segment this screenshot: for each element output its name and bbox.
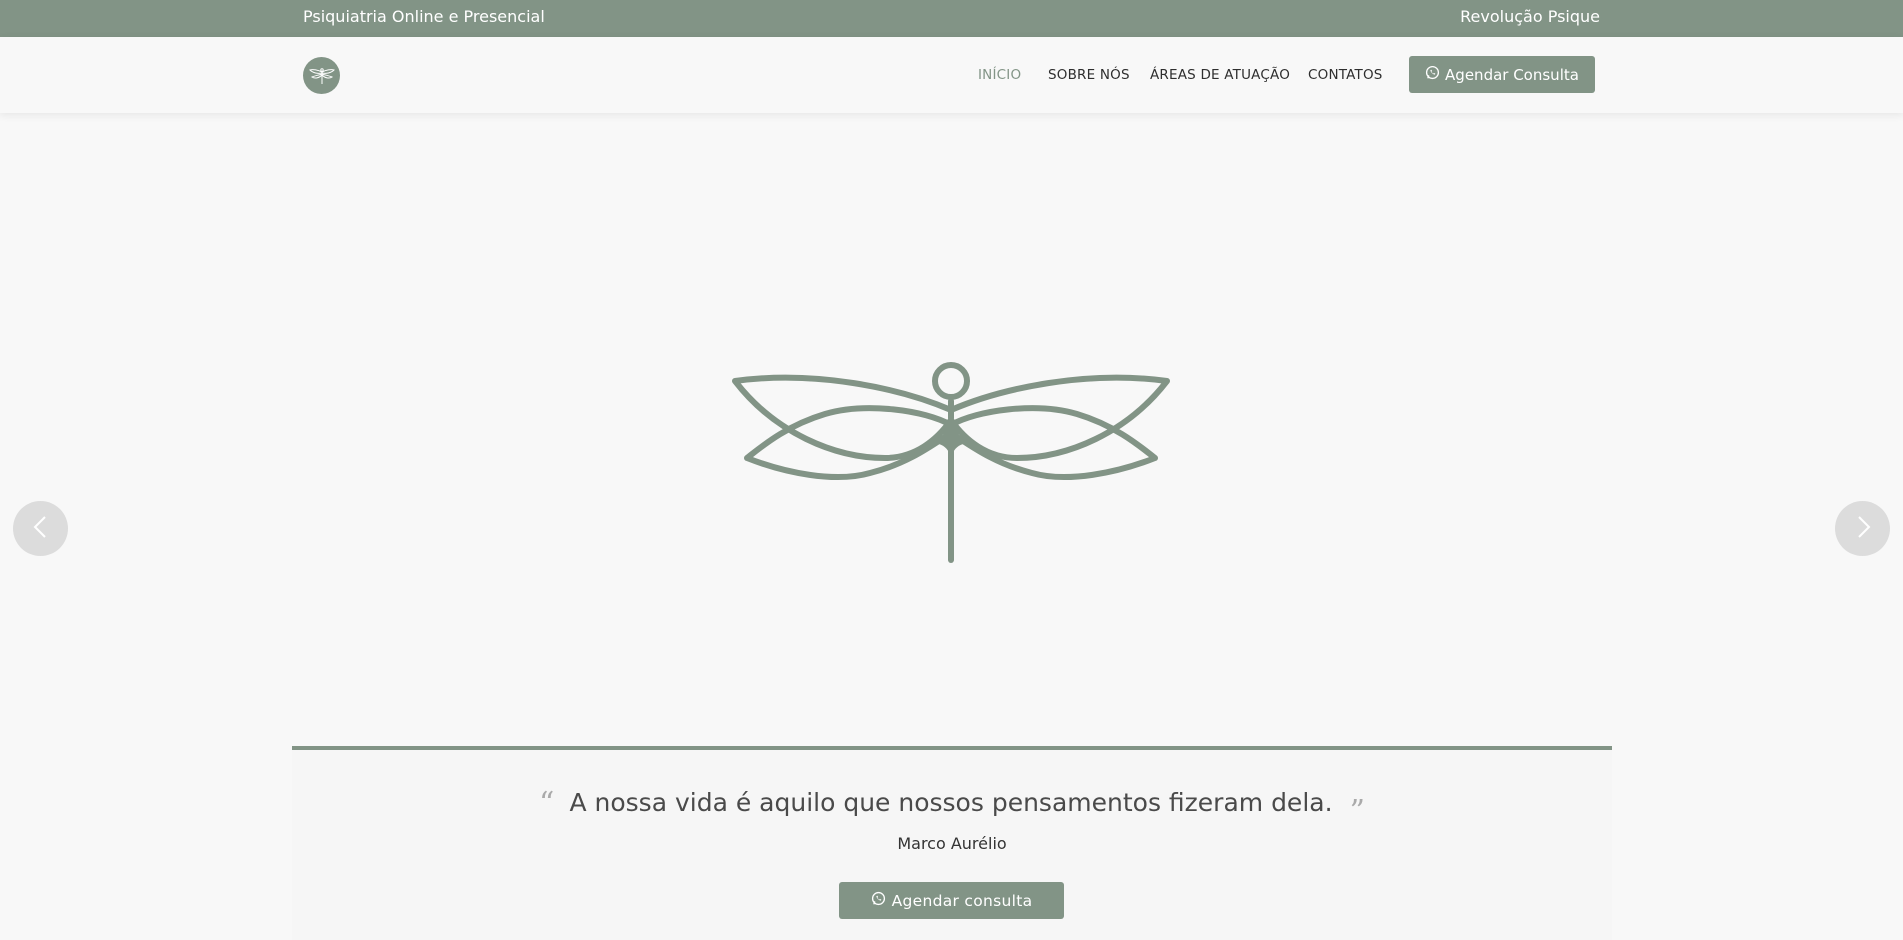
chevron-right-icon xyxy=(1854,515,1872,542)
close-quote-icon: ” xyxy=(1349,794,1365,829)
quote-section: “ A nossa vida é aquilo que nossos pensa… xyxy=(292,746,1612,940)
whatsapp-icon xyxy=(1425,65,1440,84)
dragonfly-logo-icon[interactable] xyxy=(303,57,340,94)
carousel-prev-button[interactable] xyxy=(13,501,68,556)
carousel-next-button[interactable] xyxy=(1835,501,1890,556)
nav-areas-de-atuacao[interactable]: ÁREAS DE ATUAÇÃO xyxy=(1150,67,1290,83)
agendar-consulta-cta-button[interactable]: Agendar consulta xyxy=(839,882,1064,919)
open-quote-icon: “ xyxy=(539,786,555,821)
agendar-consulta-button[interactable]: Agendar Consulta xyxy=(1409,56,1595,93)
dragonfly-icon xyxy=(725,298,1177,567)
nav-inicio[interactable]: INÍCIO xyxy=(978,67,1021,83)
top-bar: Psiquiatria Online e Presencial Revoluçã… xyxy=(0,0,1903,37)
quote-author: Marco Aurélio xyxy=(897,834,1007,853)
nav-contatos[interactable]: CONTATOS xyxy=(1308,67,1383,83)
tagline: Psiquiatria Online e Presencial xyxy=(303,7,545,26)
agendar-consulta-cta-label: Agendar consulta xyxy=(891,891,1033,910)
brand-name: Revolução Psique xyxy=(1460,7,1600,26)
main-navbar: INÍCIO SOBRE NÓS ÁREAS DE ATUAÇÃO CONTAT… xyxy=(0,37,1903,113)
whatsapp-icon xyxy=(871,891,886,910)
nav-sobre-nos[interactable]: SOBRE NÓS xyxy=(1048,67,1130,83)
quote-row: “ A nossa vida é aquilo que nossos pensa… xyxy=(292,786,1612,829)
agendar-consulta-label: Agendar Consulta xyxy=(1445,65,1579,84)
hero-carousel xyxy=(0,113,1903,746)
quote-text: A nossa vida é aquilo que nossos pensame… xyxy=(569,788,1333,817)
chevron-left-icon xyxy=(32,515,50,542)
